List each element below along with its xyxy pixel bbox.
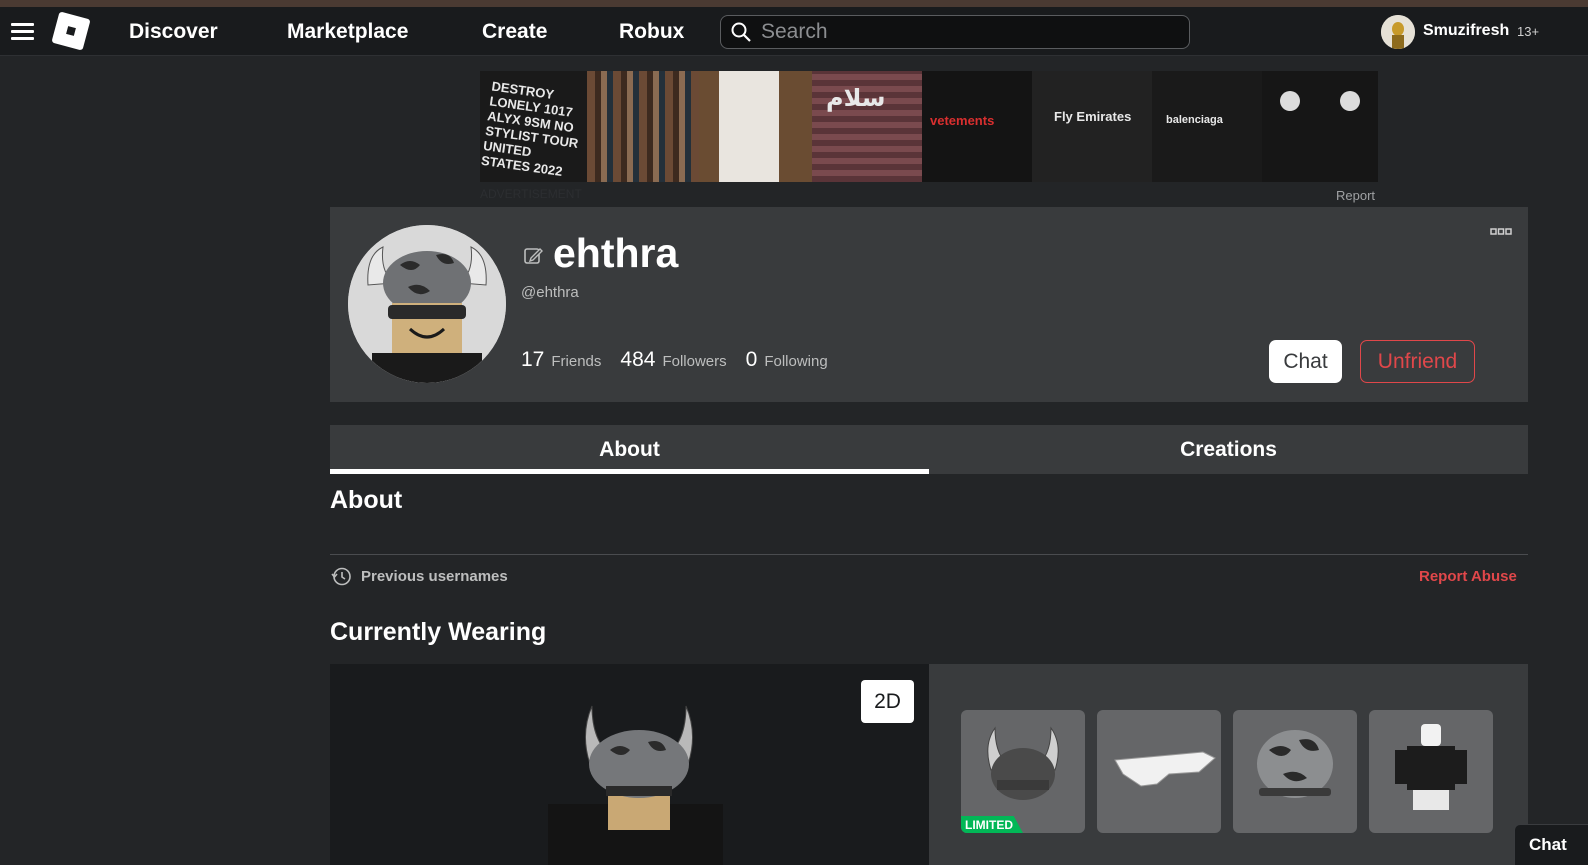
roblox-logo[interactable] [51,11,91,51]
previous-usernames-link[interactable]: Previous usernames [331,566,508,587]
following-count: 0 [745,348,758,371]
username-handle: @ehthra [521,284,579,301]
ad-tile-text: DESTROY LONELY 1017 ALYX 9SM NO STYLIST … [480,78,580,180]
wearing-items-panel: LIMITED [929,664,1528,865]
followers-stat[interactable]: 484 Followers [620,348,726,372]
ad-tile-text: سلام [826,85,886,112]
friends-count: 17 [521,348,545,371]
report-abuse-link[interactable]: Report Abuse [1419,568,1517,585]
ad-tile: DESTROY LONELY 1017 ALYX 9SM NO STYLIST … [480,71,587,182]
ad-tile [587,71,699,182]
ad-report-link[interactable]: Report [1336,188,1375,203]
friends-label: Friends [551,353,602,370]
about-heading: About [330,486,403,514]
ad-tile: vetements [922,71,1032,182]
avatar-3d-render [548,705,723,865]
top-navbar: Discover Marketplace Create Robux Smuzif… [0,7,1588,56]
ad-tile [1262,71,1378,182]
ad-tile: balenciaga [1152,71,1262,182]
profile-tabs: About Creations [330,425,1528,474]
top-strip [0,0,1588,7]
limited-badge: LIMITED [961,816,1023,833]
search-input[interactable] [761,16,1181,48]
viking-helmet-icon [987,726,1059,800]
ad-tile: Fly Emirates [1032,71,1152,182]
nav-robux[interactable]: Robux [619,20,684,44]
friends-stat[interactable]: 17 Friends [521,348,601,372]
display-name: ehthra [553,230,679,276]
chat-widget[interactable]: Chat [1514,824,1588,865]
chat-button[interactable]: Chat [1269,340,1342,383]
nav-discover[interactable]: Discover [129,20,218,44]
edit-icon[interactable] [523,245,544,266]
ad-tile-text: vetements [930,113,995,128]
user-name[interactable]: Smuzifresh [1423,22,1509,40]
tab-creations[interactable]: Creations [929,425,1528,474]
toggle-2d-button[interactable]: 2D [861,680,914,723]
ad-tile [699,71,812,182]
avatar-preview: 2D [330,664,929,865]
following-stat[interactable]: 0 Following [746,348,828,372]
avatar-outfit-icon [1395,724,1467,810]
wearing-item[interactable] [1097,710,1221,833]
unfriend-button[interactable]: Unfriend [1360,340,1475,383]
tab-about[interactable]: About [330,425,929,474]
menu-icon[interactable] [11,23,34,41]
nav-create[interactable]: Create [482,20,547,44]
wearing-item[interactable] [1369,710,1493,833]
currently-wearing-heading: Currently Wearing [330,618,547,646]
search-icon[interactable] [731,22,751,42]
about-divider [330,554,1528,555]
profile-stats: 17 Friends 484 Followers 0 Following [521,348,847,372]
wearing-item[interactable]: LIMITED [961,710,1085,833]
profile-avatar [348,225,506,383]
history-icon [331,567,351,586]
previous-usernames-label: Previous usernames [361,568,508,585]
wearing-item[interactable] [1233,710,1357,833]
camo-helmet-icon [1257,730,1333,798]
user-avatar[interactable] [1381,15,1415,49]
nav-marketplace[interactable]: Marketplace [287,20,408,44]
search-box[interactable] [720,15,1190,49]
ad-tile-text: balenciaga [1166,114,1223,126]
age-badge: 13+ [1517,24,1540,39]
ad-tile: سلام [812,71,922,182]
followers-label: Followers [662,353,727,370]
advertisement-banner[interactable]: DESTROY LONELY 1017 ALYX 9SM NO STYLIST … [480,71,1378,182]
sunglasses-icon [1114,751,1216,787]
more-options-icon[interactable] [1490,228,1512,236]
following-label: Following [764,353,828,370]
ad-label: ADVERTISEMENT [480,187,582,201]
profile-header: ehthra @ehthra 17 Friends 484 Followers … [330,207,1528,402]
followers-count: 484 [620,348,656,371]
ad-tile-text: Fly Emirates [1054,109,1132,124]
